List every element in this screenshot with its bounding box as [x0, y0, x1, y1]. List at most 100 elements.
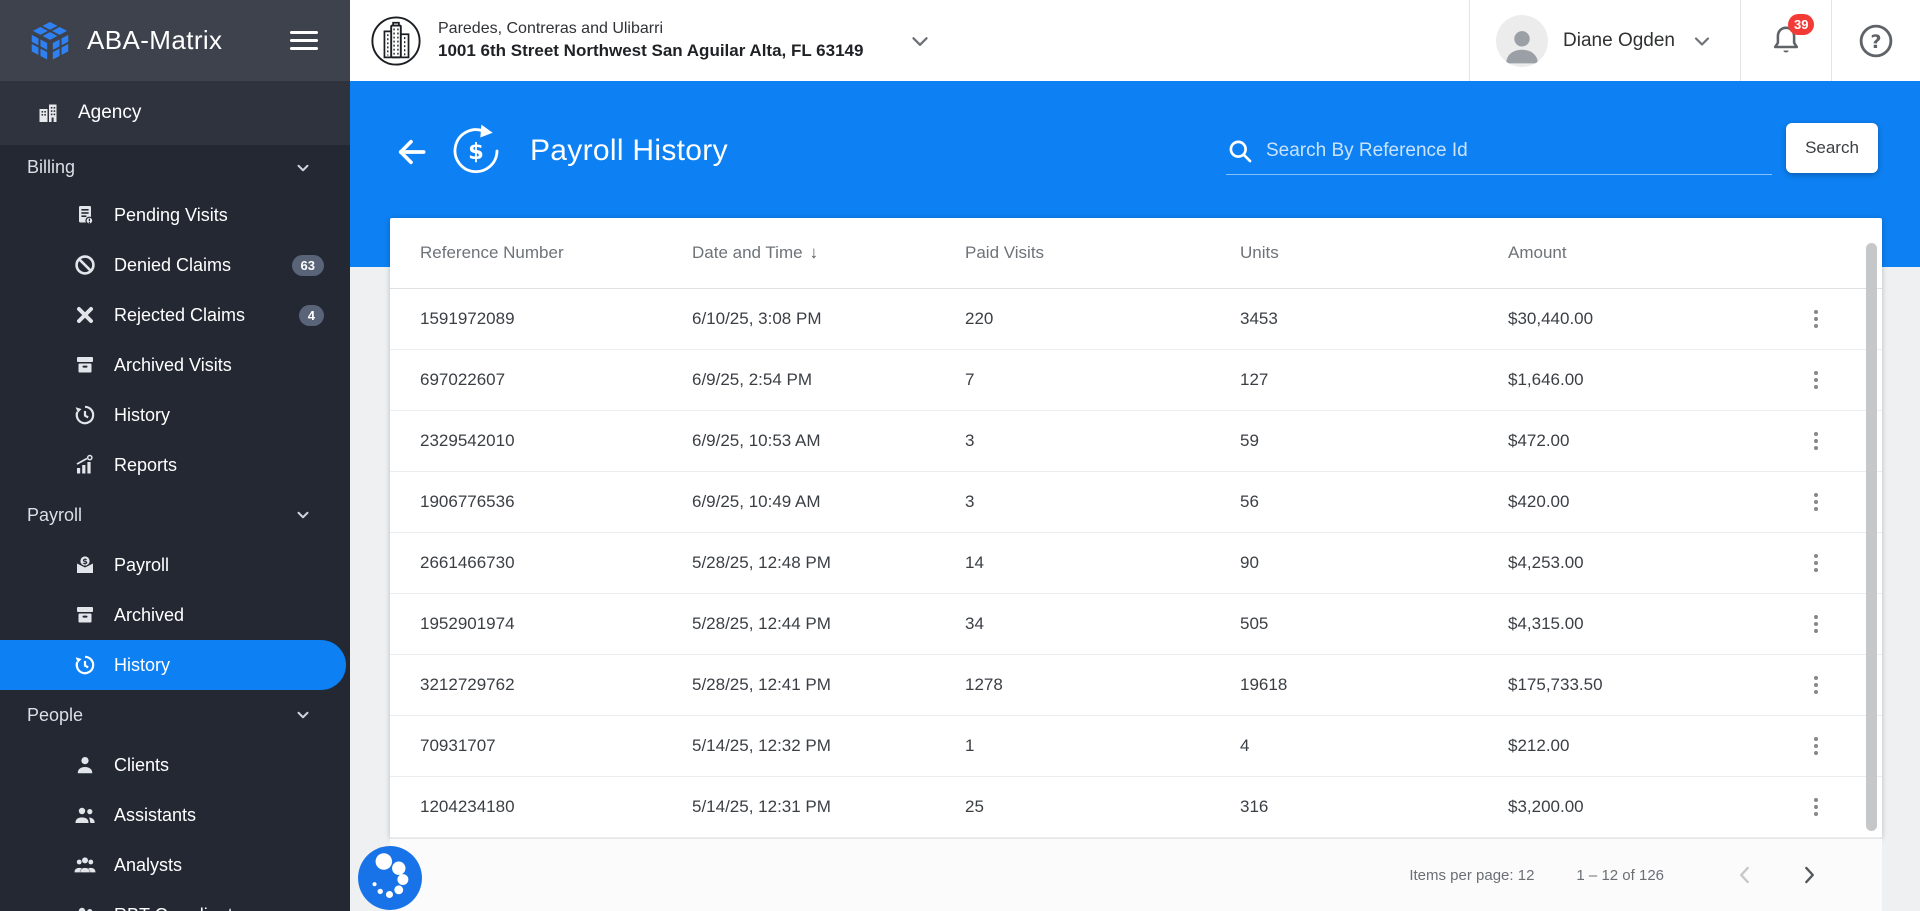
paginator: Items per page: 12 1 – 12 of 126 — [390, 838, 1882, 911]
user-name: Diane Ogden — [1563, 29, 1675, 51]
column-header-reference-number[interactable]: Reference Number — [420, 243, 692, 263]
people-group-icon — [73, 853, 97, 877]
user-menu[interactable]: Diane Ogden — [1470, 14, 1740, 67]
chevron-down-icon[interactable] — [907, 28, 933, 54]
help-icon: ? — [1859, 24, 1893, 57]
table-row: 3212729762 5/28/25, 12:41 PM 1278 19618 … — [390, 655, 1882, 716]
section-label: Payroll — [27, 504, 83, 525]
row-actions-kebab-icon[interactable] — [1805, 489, 1827, 515]
cell-paid-visits: 14 — [965, 553, 984, 572]
sidebar-section-people[interactable]: People — [0, 690, 350, 740]
cell-units: 4 — [1240, 736, 1250, 755]
sidebar-item-pending-visits[interactable]: Pending Visits — [0, 190, 350, 240]
sidebar-item-denied-claims[interactable]: Denied Claims 63 — [0, 240, 350, 290]
cell-reference-number: 1906776536 — [420, 492, 515, 511]
sidebar-item-clients[interactable]: Clients — [0, 740, 350, 790]
table-scrollbar[interactable] — [1866, 243, 1877, 831]
sidebar-item-archived-visits[interactable]: Archived Visits — [0, 340, 350, 390]
sidebar-item-rbt-coordinators[interactable]: RBT Coordinators — [0, 890, 350, 911]
archive-box-icon — [73, 603, 97, 627]
hamburger-menu-icon[interactable] — [290, 26, 318, 55]
cell-reference-number: 1591972089 — [420, 309, 515, 328]
sidebar-item-billing-history[interactable]: History — [0, 390, 350, 440]
topbar: Paredes, Contreras and Ulibarri 1001 6th… — [350, 0, 1920, 81]
sidebar-item-label: Archived Visits — [114, 354, 232, 375]
cell-reference-number: 2329542010 — [420, 431, 515, 450]
search-box — [1226, 127, 1772, 175]
sidebar-logo-bar: ABA-Matrix — [0, 0, 350, 81]
table-row: 70931707 5/14/25, 12:32 PM 1 4 $212.00 — [390, 716, 1882, 777]
notifications-button[interactable]: 39 — [1741, 13, 1831, 59]
chevron-down-icon — [294, 706, 312, 724]
help-button[interactable]: ? — [1832, 22, 1920, 60]
cell-paid-visits: 1 — [965, 736, 975, 755]
row-actions-kebab-icon[interactable] — [1805, 733, 1827, 759]
row-actions-kebab-icon[interactable] — [1805, 550, 1827, 576]
previous-page-button[interactable] — [1728, 858, 1762, 892]
back-button[interactable] — [392, 133, 430, 171]
table-row: 1591972089 6/10/25, 3:08 PM 220 3453 $30… — [390, 289, 1882, 350]
sidebar-item-label: Archived — [114, 604, 185, 625]
sidebar-item-assistants[interactable]: Assistants — [0, 790, 350, 840]
cell-paid-visits: 1278 — [965, 675, 1003, 694]
table-row: 2661466730 5/28/25, 12:48 PM 14 90 $4,25… — [390, 533, 1882, 594]
sidebar-item-analysts[interactable]: Analysts — [0, 840, 350, 890]
column-header-date-and-time[interactable]: Date and Time ↓ — [692, 243, 965, 263]
theme-palette-fab[interactable] — [357, 845, 423, 911]
sidebar-section-billing[interactable]: Billing — [0, 145, 350, 190]
brand-name: ABA-Matrix — [87, 25, 223, 55]
sidebar-item-payroll[interactable]: $ Payroll — [0, 540, 350, 590]
row-actions-kebab-icon[interactable] — [1805, 367, 1827, 393]
sidebar-section-payroll[interactable]: Payroll — [0, 490, 350, 540]
cell-amount: $1,646.00 — [1508, 370, 1584, 389]
cell-units: 127 — [1240, 370, 1269, 389]
table-row: 1906776536 6/9/25, 10:49 AM 3 56 $420.00 — [390, 472, 1882, 533]
sidebar-item-label: Assistants — [114, 804, 197, 825]
items-per-page[interactable]: Items per page: 12 — [1409, 867, 1534, 884]
cell-units: 3453 — [1240, 309, 1278, 328]
sidebar-item-payroll-archived[interactable]: Archived — [0, 590, 350, 640]
person-icon — [73, 753, 97, 777]
sidebar-item-label: Payroll — [114, 554, 170, 575]
row-actions-kebab-icon[interactable] — [1805, 611, 1827, 637]
search-button[interactable]: Search — [1786, 123, 1878, 173]
column-header-units[interactable]: Units — [1240, 243, 1508, 263]
cell-amount: $175,733.50 — [1508, 675, 1603, 694]
sidebar-item-agency[interactable]: Agency — [0, 81, 350, 145]
row-actions-kebab-icon[interactable] — [1805, 794, 1827, 820]
search-input[interactable] — [1266, 139, 1772, 162]
cell-units: 56 — [1240, 492, 1259, 511]
column-header-amount[interactable]: Amount — [1508, 243, 1805, 263]
sidebar-item-rejected-claims[interactable]: Rejected Claims 4 — [0, 290, 350, 340]
cell-date-and-time: 6/9/25, 2:54 PM — [692, 370, 813, 389]
next-page-button[interactable] — [1792, 858, 1826, 892]
sidebar-item-payroll-history-active[interactable]: History — [0, 640, 346, 690]
payroll-money-icon: $ — [73, 553, 97, 577]
sidebar-item-label: Agency — [78, 102, 142, 123]
cell-amount: $4,315.00 — [1508, 614, 1584, 633]
topbar-right: Diane Ogden 39 ? — [1469, 0, 1920, 81]
building-icon — [36, 101, 60, 125]
cell-reference-number: 697022607 — [420, 370, 506, 389]
sidebar: ABA-Matrix Agency Billing Pending Visits… — [0, 0, 350, 911]
cell-amount: $420.00 — [1508, 492, 1570, 511]
row-actions-kebab-icon[interactable] — [1805, 428, 1827, 454]
company-selector[interactable]: Paredes, Contreras and Ulibarri 1001 6th… — [350, 15, 933, 67]
blocked-icon — [73, 253, 97, 277]
sidebar-item-label: Reports — [114, 454, 178, 475]
cell-date-and-time: 5/28/25, 12:44 PM — [692, 614, 831, 633]
cell-units: 19618 — [1240, 675, 1288, 694]
cell-paid-visits: 220 — [965, 309, 994, 328]
brand-cube-logo-icon — [28, 19, 72, 63]
table-row: 2329542010 6/9/25, 10:53 AM 3 59 $472.00 — [390, 411, 1882, 472]
sidebar-item-label: Pending Visits — [114, 204, 228, 225]
cell-amount: $472.00 — [1508, 431, 1570, 450]
cell-date-and-time: 6/10/25, 3:08 PM — [692, 309, 822, 328]
row-actions-kebab-icon[interactable] — [1805, 306, 1827, 332]
column-header-paid-visits[interactable]: Paid Visits — [965, 243, 1240, 263]
cell-reference-number: 2661466730 — [420, 553, 515, 572]
sidebar-item-reports[interactable]: Reports — [0, 440, 350, 490]
row-actions-kebab-icon[interactable] — [1805, 672, 1827, 698]
cell-amount: $212.00 — [1508, 736, 1570, 755]
sort-desc-icon: ↓ — [809, 243, 819, 262]
